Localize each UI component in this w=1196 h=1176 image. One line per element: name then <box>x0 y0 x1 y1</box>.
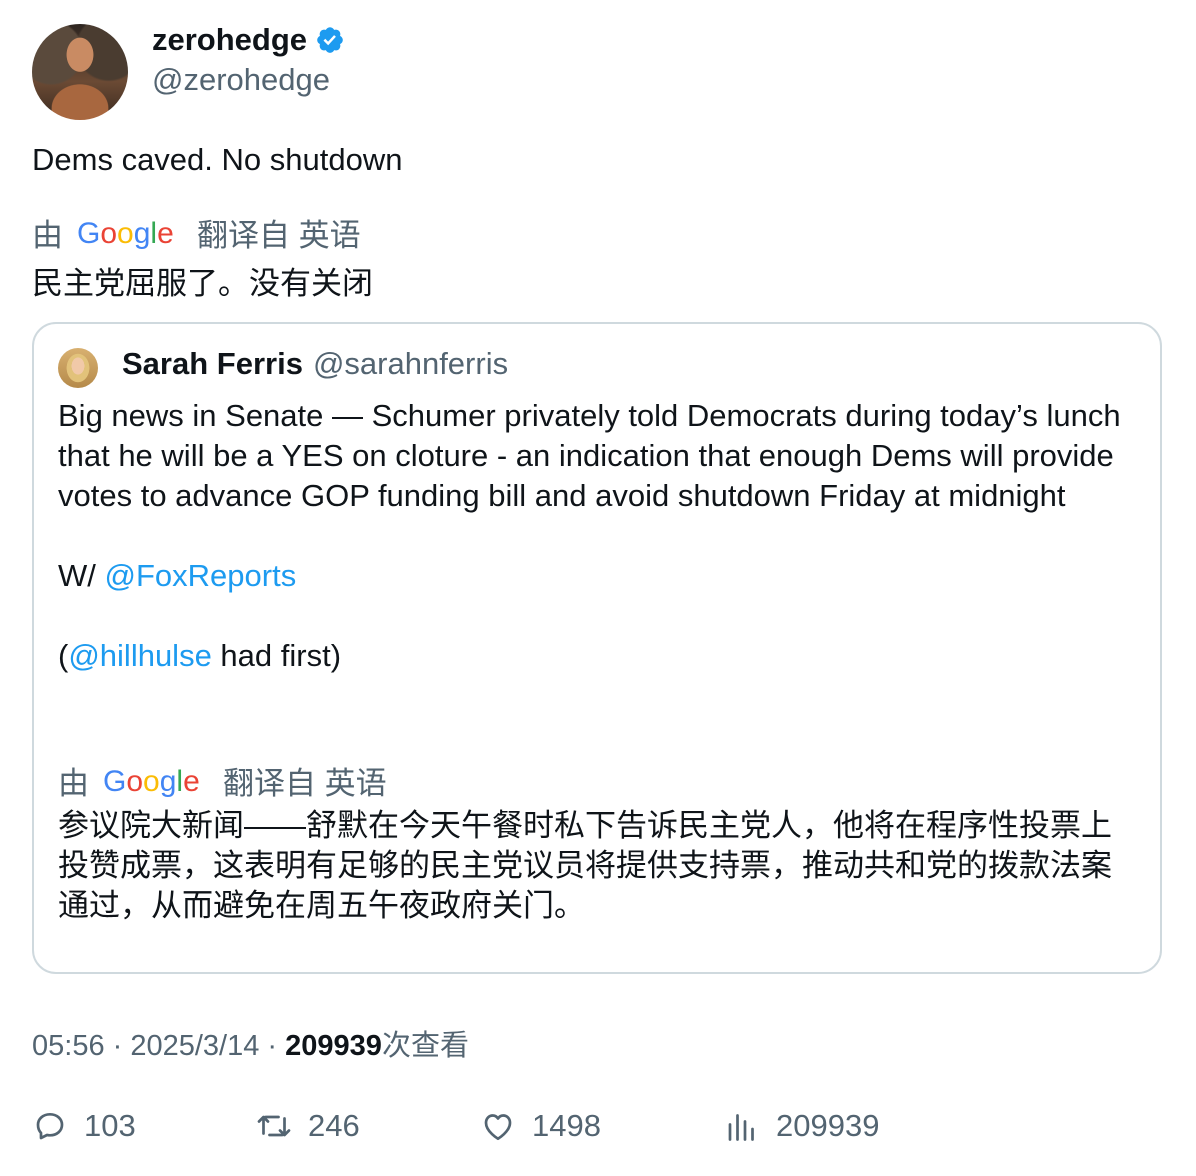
like-button[interactable]: 1498 <box>480 1108 601 1144</box>
quoted-credit-line: (@hillhulse had first) <box>58 636 1138 676</box>
tweet-date[interactable]: 2025/3/14 <box>130 1030 259 1062</box>
quoted-tweet-text: Big news in Senate — Schumer privately t… <box>58 398 1121 513</box>
quoted-tweet-body: Big news in Senate — Schumer privately t… <box>58 396 1138 676</box>
view-count: 209939 <box>285 1030 382 1062</box>
quoted-author-handle[interactable]: @sarahnferris <box>313 346 508 382</box>
quoted-translated-text: 参议院大新闻——舒默在今天午餐时私下告诉民主党人，他将在程序性投票上投赞成票，这… <box>58 808 1112 923</box>
views-count: 209939 <box>776 1108 880 1143</box>
quoted-paren-open: ( <box>58 638 69 673</box>
quoted-translation-source-label[interactable]: 翻译自 英语 <box>223 758 387 803</box>
translation-attribution: 由 Google 翻译自 英语 <box>32 210 361 255</box>
verified-badge-icon <box>317 27 343 53</box>
retweet-count: 246 <box>308 1108 360 1143</box>
like-count: 1498 <box>532 1108 601 1143</box>
reply-button[interactable]: 103 <box>32 1108 136 1144</box>
author-name[interactable]: zerohedge <box>152 22 307 58</box>
google-logo-icon: Google <box>103 765 200 798</box>
google-logo-icon: Google <box>77 217 174 250</box>
mention-hillhulse-link[interactable]: @hillhulse <box>68 638 211 673</box>
author-avatar[interactable] <box>32 24 128 120</box>
analytics-icon <box>728 1114 754 1141</box>
translated-tweet-text: 民主党屈服了。没有关闭 <box>32 266 373 301</box>
translation-source-label[interactable]: 翻译自 英语 <box>197 210 361 255</box>
svg-text:Google: Google <box>103 765 200 798</box>
quoted-tweet-card[interactable]: Sarah Ferris @sarahnferris Big news in S… <box>32 322 1162 974</box>
reply-count: 103 <box>84 1108 136 1143</box>
translation-by-label: 由 <box>32 218 63 253</box>
svg-text:Google: Google <box>77 217 174 250</box>
author-name-row: zerohedge <box>152 22 345 58</box>
tweet-time[interactable]: 05:56 <box>32 1030 105 1062</box>
quoted-translation-attribution: 由 Google 翻译自 英语 <box>58 758 387 803</box>
quoted-translation-by-label: 由 <box>58 766 89 801</box>
mention-foxreports-link[interactable]: @FoxReports <box>105 558 297 593</box>
heart-icon <box>484 1114 512 1141</box>
quoted-credit-suffix: had first) <box>211 638 342 673</box>
quoted-with-prefix: W/ <box>58 558 105 593</box>
quoted-author-avatar[interactable] <box>58 348 98 388</box>
author-handle[interactable]: @zerohedge <box>152 62 330 98</box>
view-count-suffix: 次查看 <box>381 1030 469 1062</box>
retweet-icon <box>257 1115 291 1137</box>
meta-separator: · <box>104 1030 131 1062</box>
reply-icon <box>36 1112 64 1140</box>
views-button[interactable]: 209939 <box>724 1108 879 1144</box>
tweet-text: Dems caved. No shutdown <box>32 142 403 177</box>
action-bar: 103 246 1498 209939 <box>0 1108 1196 1152</box>
quoted-with-line: W/ @FoxReports <box>58 556 1138 596</box>
quoted-author-row: Sarah Ferris @sarahnferris <box>122 346 508 382</box>
tweet-meta: 05:56 · 2025/3/14 · 209939次查看 <box>32 1022 469 1064</box>
quoted-author-name[interactable]: Sarah Ferris <box>122 346 303 382</box>
meta-separator: · <box>259 1030 286 1062</box>
retweet-button[interactable]: 246 <box>256 1108 360 1144</box>
